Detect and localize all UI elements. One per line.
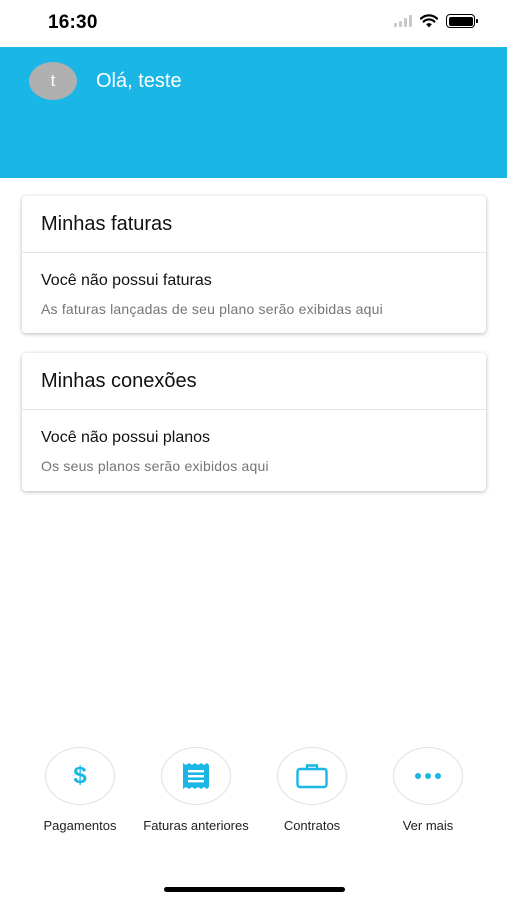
nav-previous-invoices-label: Faturas anteriores xyxy=(143,818,249,833)
greeting-text: Olá, teste xyxy=(96,70,182,92)
battery-icon xyxy=(446,14,478,28)
nav-payments-button[interactable]: $ Pagamentos xyxy=(25,747,135,835)
nav-payments-circle[interactable]: $ xyxy=(45,747,115,805)
status-bar: 16:30 xyxy=(0,0,507,47)
status-icons xyxy=(394,14,478,28)
invoices-empty-title: Você não possui faturas xyxy=(41,272,212,289)
invoices-card[interactable]: Minhas faturas Você não possui faturas A… xyxy=(22,196,486,333)
connections-card[interactable]: Minhas conexões Você não possui planos O… xyxy=(22,353,486,491)
bottom-nav: $ Pagamentos Faturas anteriores Contrato… xyxy=(0,730,507,900)
nav-payments-label: Pagamentos xyxy=(43,818,117,833)
briefcase-icon xyxy=(296,764,328,789)
connections-empty-title: Você não possui planos xyxy=(41,429,211,446)
connections-card-title: Minhas conexões xyxy=(22,353,486,410)
home-indicator[interactable] xyxy=(164,887,345,892)
nav-more-circle[interactable] xyxy=(393,747,463,805)
nav-contracts-circle[interactable] xyxy=(277,747,347,805)
more-icon xyxy=(415,773,441,779)
status-time: 16:30 xyxy=(48,12,98,33)
nav-previous-invoices-circle[interactable] xyxy=(161,747,231,805)
dollar-icon: $ xyxy=(73,762,87,789)
header: t Olá, teste xyxy=(0,47,507,178)
signal-icon xyxy=(394,15,412,27)
connections-empty-subtitle: Os seus planos serão exibidos aqui xyxy=(41,458,269,474)
wifi-icon xyxy=(420,14,438,28)
receipt-icon xyxy=(183,763,209,789)
invoices-card-title: Minhas faturas xyxy=(22,196,486,253)
nav-more-label: Ver mais xyxy=(402,818,454,833)
nav-more-button[interactable]: Ver mais xyxy=(373,747,483,835)
nav-previous-invoices-button[interactable]: Faturas anteriores xyxy=(141,747,251,835)
nav-contracts-label: Contratos xyxy=(283,818,341,833)
avatar[interactable]: t xyxy=(29,62,77,100)
nav-contracts-button[interactable]: Contratos xyxy=(257,747,367,835)
invoices-empty-subtitle: As faturas lançadas de seu plano serão e… xyxy=(41,301,383,317)
